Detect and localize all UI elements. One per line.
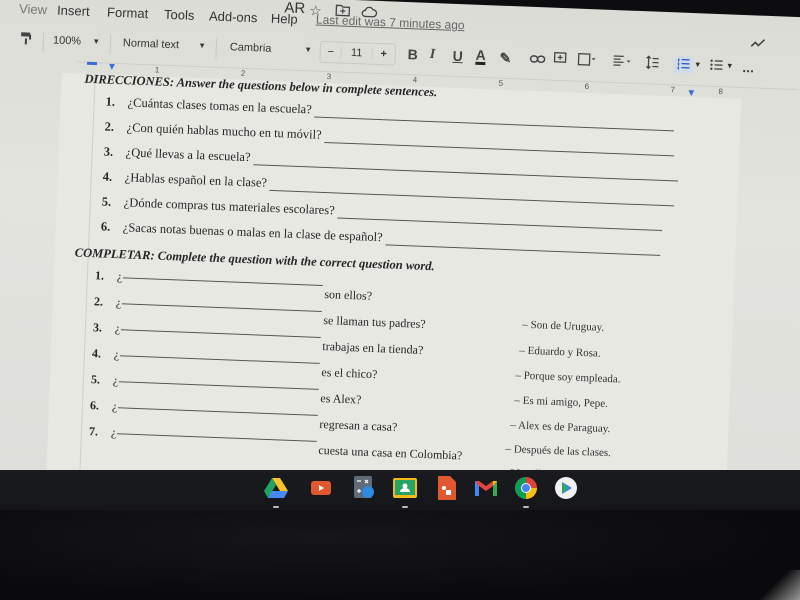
font-size-input[interactable]: 11	[340, 46, 373, 60]
first-line-indent-marker[interactable]: ▬	[87, 57, 97, 68]
screen: AR ☆ View Insert Format Tools Add-ons He…	[0, 0, 800, 519]
ruler-label: 3	[326, 71, 332, 82]
zoom-dropdown-arrow-icon[interactable]: ▾	[94, 36, 99, 47]
text-color-button[interactable]: A	[475, 47, 486, 66]
italic-button[interactable]: I	[429, 47, 435, 63]
youtube-icon	[311, 480, 331, 501]
bulleted-list-dropdown-icon[interactable]: ▾	[727, 60, 732, 71]
font-size-stepper: − 11 +	[319, 40, 397, 66]
shelf-app-chrome[interactable]	[514, 476, 538, 508]
ruler-label: 8	[718, 87, 724, 97]
doc-app-icon	[438, 475, 456, 505]
running-indicator	[402, 506, 408, 508]
classroom-icon	[393, 477, 417, 503]
font-dropdown-arrow-icon[interactable]: ▾	[306, 44, 311, 55]
numbered-list-icon[interactable]	[673, 56, 694, 75]
calculator-icon	[354, 475, 376, 505]
completar-text: es el chico?	[321, 365, 378, 382]
paint-format-icon[interactable]	[20, 31, 33, 48]
activity-trend-icon[interactable]	[750, 35, 767, 52]
shelf-app-gmail[interactable]	[474, 478, 498, 502]
add-comment-icon[interactable]	[553, 52, 567, 68]
insert-link-icon[interactable]	[529, 51, 546, 68]
ruler-label: 4	[412, 75, 418, 85]
zoom-select[interactable]: 100%	[53, 34, 82, 47]
menu-view[interactable]: View	[19, 1, 48, 17]
highlight-color-icon[interactable]: ✎	[499, 50, 511, 67]
bold-button[interactable]: B	[407, 46, 418, 62]
numbered-list-dropdown-icon[interactable]: ▾	[695, 59, 700, 70]
light-glare	[760, 570, 800, 600]
ruler-label: 1	[154, 65, 160, 75]
style-select[interactable]: Normal text	[123, 37, 180, 51]
shelf-app-google-slides-doc[interactable]	[435, 475, 459, 505]
play-store-icon	[554, 476, 578, 505]
bulleted-list-icon[interactable]	[709, 58, 724, 76]
menu-addons[interactable]: Add-ons	[209, 8, 258, 25]
style-dropdown-arrow-icon[interactable]: ▾	[200, 40, 205, 51]
shelf-app-google-drive[interactable]	[264, 477, 288, 508]
completar-text: regresan a casa?	[319, 416, 398, 434]
shelf-app-play-store[interactable]	[554, 476, 578, 505]
line-spacing-icon[interactable]	[645, 55, 660, 73]
left-indent-marker[interactable]: ▼	[107, 62, 117, 73]
shelf	[0, 470, 800, 510]
font-size-increase-button[interactable]: +	[372, 48, 394, 61]
chrome-icon	[514, 476, 538, 505]
device-bezel	[0, 510, 800, 600]
drive-icon	[264, 477, 288, 504]
more-options-button[interactable]: ...	[742, 59, 754, 75]
running-indicator	[523, 506, 529, 508]
completar-text: son ellos?	[324, 287, 373, 303]
running-indicator	[273, 506, 279, 508]
menu-help[interactable]: Help	[271, 11, 298, 27]
completar-text: es Alex?	[320, 390, 362, 407]
ruler-label: 2	[240, 68, 246, 78]
menu-format[interactable]: Format	[107, 5, 149, 22]
shelf-app-google-classroom[interactable]	[393, 477, 417, 508]
menu-tools[interactable]: Tools	[164, 7, 195, 23]
shelf-app-calculator[interactable]	[353, 475, 377, 505]
underline-button[interactable]: U	[452, 48, 463, 64]
font-select[interactable]: Cambria	[230, 41, 272, 55]
gmail-icon	[474, 479, 498, 502]
font-size-decrease-button[interactable]: −	[320, 46, 340, 59]
shelf-app-youtube[interactable]	[309, 478, 333, 502]
menu-insert[interactable]: Insert	[57, 3, 90, 19]
ruler-label: 7	[670, 85, 676, 95]
ruler-label: 5	[498, 78, 504, 88]
insert-image-icon[interactable]	[577, 52, 596, 70]
align-icon[interactable]	[612, 54, 633, 71]
ruler-label: 6	[584, 81, 590, 92]
